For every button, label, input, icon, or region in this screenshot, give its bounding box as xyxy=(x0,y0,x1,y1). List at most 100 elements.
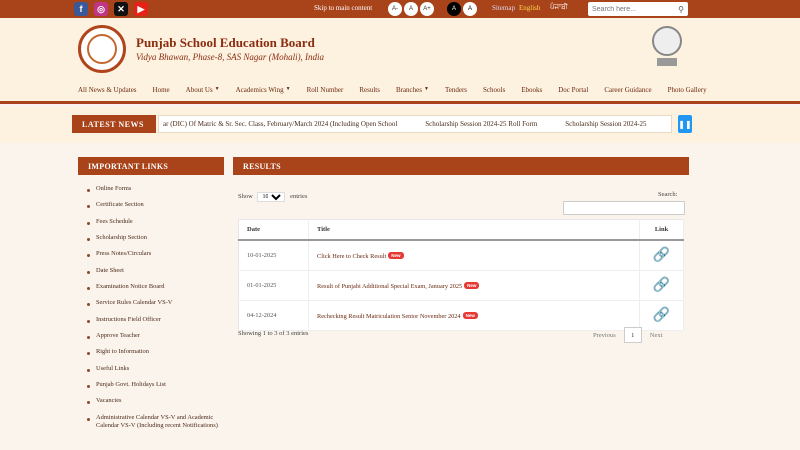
important-link-item[interactable]: Useful Links xyxy=(78,361,224,377)
new-badge: New xyxy=(464,281,480,289)
chevron-down-icon: ▼ xyxy=(285,87,291,92)
table-row: 04-12-2024 Rechecking Result Matriculatio… xyxy=(238,300,684,331)
important-link-item[interactable]: Approve Teacher xyxy=(78,328,224,344)
high-contrast-button[interactable]: A xyxy=(447,2,461,16)
link-icon[interactable]: 🔗 xyxy=(653,278,670,293)
nav-item-schools[interactable]: Schools xyxy=(483,86,505,94)
decrease-font-button[interactable]: A- xyxy=(388,2,402,16)
instagram-icon[interactable]: ◎ xyxy=(94,2,108,16)
important-link-item[interactable]: Instructions Field Officer xyxy=(78,312,224,328)
important-links-panel: IMPORTANT LINKS Online Forms Certificate … xyxy=(78,157,224,434)
nav-item-about-us[interactable]: About Us ▼ xyxy=(186,86,220,94)
important-link-item[interactable]: Online Forms xyxy=(78,181,224,197)
nav-item-branches[interactable]: Branches ▼ xyxy=(396,86,429,94)
link-icon[interactable]: 🔗 xyxy=(653,248,670,263)
pseb-logo[interactable] xyxy=(78,25,126,73)
font-size-controls: A- A A+ xyxy=(388,2,434,16)
row-date: 01-01-2025 xyxy=(238,270,309,301)
nav-item-all-news-updates[interactable]: All News & Updates xyxy=(78,86,137,94)
site-search: ⚲ xyxy=(588,2,688,16)
nav-item-label: Career Guidance xyxy=(604,85,652,94)
twitter-x-icon[interactable]: ✕ xyxy=(114,2,128,16)
entries-length-control: Show 10 entries xyxy=(238,192,307,202)
row-title-cell: Result of Punjabi Additional Special Exa… xyxy=(308,270,640,301)
table-row: 10-01-2025 Click Here to Check Result New 🔗 xyxy=(238,240,684,271)
important-link-item[interactable]: Right to Information xyxy=(78,344,224,360)
nav-item-career-guidance[interactable]: Career Guidance xyxy=(604,86,651,94)
column-header-link[interactable]: Link xyxy=(639,219,684,241)
site-search-input[interactable] xyxy=(592,5,672,13)
table-search-input[interactable] xyxy=(563,201,685,215)
column-header-date[interactable]: Date xyxy=(238,219,309,241)
youtube-icon[interactable]: ▶ xyxy=(134,2,148,16)
results-heading: RESULTS xyxy=(233,157,689,175)
state-emblem xyxy=(648,26,686,70)
important-link-item[interactable]: Scholarship Section xyxy=(78,230,224,246)
facebook-icon[interactable]: f xyxy=(74,2,88,16)
search-icon[interactable]: ⚲ xyxy=(678,5,684,14)
previous-page-button[interactable]: Previous xyxy=(593,332,616,339)
row-title-link[interactable]: Click Here to Check Result xyxy=(317,253,386,260)
language-english-link[interactable]: English xyxy=(519,4,540,12)
important-link-item[interactable]: Fees Schedule xyxy=(78,214,224,230)
important-link-item[interactable]: Service Rules Calendar VS-V xyxy=(78,295,224,311)
important-link-item[interactable]: Administrative Calendar VS-V and Academi… xyxy=(78,410,224,435)
nav-item-doc-portal[interactable]: Doc Portal xyxy=(558,86,588,94)
nav-item-label: Doc Portal xyxy=(558,85,589,94)
entries-label: entries xyxy=(290,193,308,200)
important-links-heading: IMPORTANT LINKS xyxy=(78,157,224,175)
new-badge: New xyxy=(462,311,478,319)
skip-to-content-link[interactable]: Skip to main content xyxy=(314,4,372,12)
nav-item-label: Home xyxy=(152,85,170,94)
contrast-controls: A A xyxy=(447,2,477,16)
row-title-cell: Rechecking Result Matriculation Senior N… xyxy=(308,300,640,331)
nav-item-label: Photo Gallery xyxy=(667,85,707,94)
row-title-link[interactable]: Rechecking Result Matriculation Senior N… xyxy=(317,313,461,320)
increase-font-button[interactable]: A+ xyxy=(420,2,434,16)
nav-item-label: Tenders xyxy=(444,85,468,94)
results-panel: RESULTS Show 10 entries Search: Date Tit… xyxy=(233,157,689,343)
entries-select[interactable]: 10 xyxy=(257,192,286,202)
ticker-item[interactable]: ar (DIC) Of Matric & Sr. Sec. Class, Feb… xyxy=(163,120,397,128)
row-date: 10-01-2025 xyxy=(238,240,309,271)
link-icon[interactable]: 🔗 xyxy=(653,308,670,323)
social-links: f ◎ ✕ ▶ xyxy=(74,2,148,16)
row-title-link[interactable]: Result of Punjabi Additional Special Exa… xyxy=(317,283,462,290)
nav-item-home[interactable]: Home xyxy=(153,86,170,94)
nav-item-results[interactable]: Results xyxy=(359,86,380,94)
nav-item-label: Academics Wing xyxy=(235,85,284,94)
top-bar: f ◎ ✕ ▶ Skip to main content A- A A+ A A Site… xyxy=(0,0,800,18)
important-link-item[interactable]: Examination Notice Board xyxy=(78,279,224,295)
important-link-item[interactable]: Date Sheet xyxy=(78,263,224,279)
nav-item-label: Branches xyxy=(395,85,422,94)
row-date: 04-12-2024 xyxy=(238,300,309,331)
nav-item-tenders[interactable]: Tenders xyxy=(445,86,467,94)
normal-font-button[interactable]: A xyxy=(404,2,418,16)
page-button-1[interactable]: 1 xyxy=(623,327,642,343)
sitemap-link[interactable]: Sitemap xyxy=(492,4,515,12)
important-link-item[interactable]: Punjab Govt. Holidays List xyxy=(78,377,224,393)
news-ticker-row: LATEST NEWS ar (DIC) Of Matric & Sr. Sec… xyxy=(0,107,800,143)
ticker-item[interactable]: Scholarship Session 2024-25 Roll Form xyxy=(425,120,537,128)
column-header-title[interactable]: Title xyxy=(308,219,640,241)
latest-news-label: LATEST NEWS xyxy=(72,115,156,133)
important-links-list: Online Forms Certificate Section Fees Sche… xyxy=(78,181,224,434)
nav-item-academics-wing[interactable]: Academics Wing ▼ xyxy=(236,86,291,94)
site-header: Punjab School Education Board Vidya Bhaw… xyxy=(0,18,800,78)
chevron-down-icon: ▼ xyxy=(214,87,220,92)
normal-contrast-button[interactable]: A xyxy=(463,2,477,16)
next-page-button[interactable]: Next xyxy=(650,332,663,339)
nav-item-ebooks[interactable]: Ebooks xyxy=(521,86,542,94)
show-label: Show xyxy=(238,193,253,200)
row-title-cell: Click Here to Check Result New xyxy=(308,240,640,271)
pause-ticker-button[interactable]: ❚❚ xyxy=(678,115,692,133)
nav-item-roll-number[interactable]: Roll Number xyxy=(307,86,344,94)
important-link-item[interactable]: Press Notes/Circulars xyxy=(78,246,224,262)
ticker-item[interactable]: Scholarship Session 2024-25 xyxy=(565,120,646,128)
chevron-down-icon: ▼ xyxy=(424,87,429,92)
language-punjabi-link[interactable]: ਪੰਜਾਬੀ xyxy=(550,3,568,12)
nav-item-photo-gallery[interactable]: Photo Gallery xyxy=(668,86,707,94)
important-link-item[interactable]: Vacancies xyxy=(78,393,224,409)
main-navigation: All News & Updates Home About Us ▼ Academics… xyxy=(0,78,800,104)
important-link-item[interactable]: Certificate Section xyxy=(78,197,224,213)
